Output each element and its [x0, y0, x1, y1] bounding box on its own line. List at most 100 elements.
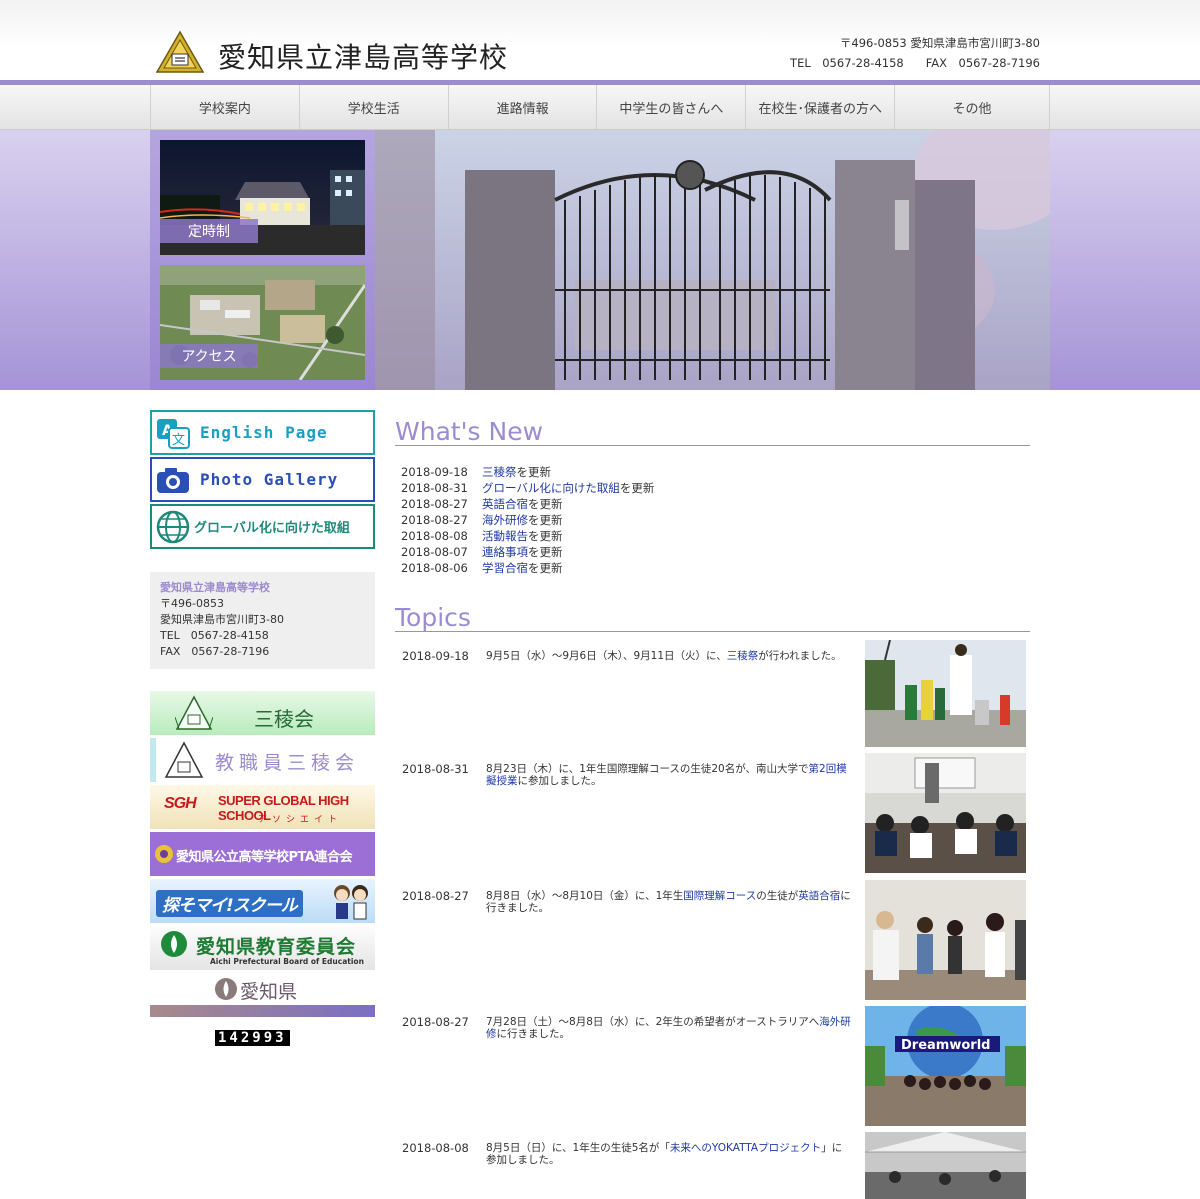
sgh-banner[interactable]: SGH SUPER GLOBAL HIGH SCHOOL アソシエイト	[150, 785, 375, 829]
news-date: 2018-08-27	[401, 497, 468, 511]
camera-icon	[152, 459, 194, 500]
news-link[interactable]: 学習合宿	[482, 560, 528, 576]
header-address: 〒496-0853 愛知県津島市宮川町3-80	[839, 36, 1040, 50]
svg-text:文: 文	[172, 433, 185, 448]
nav-item-students-parents[interactable]: 在校生･保護者の方へ	[746, 85, 896, 129]
info-tel: TEL 0567-28-4158	[160, 629, 269, 642]
topic-photo-classroom[interactable]	[865, 753, 1026, 873]
topic-text: 9月5日（水）～9月6日（木）、9月11日（火）に、三稜祭が行われました。	[486, 650, 842, 662]
news-link[interactable]: 三稜祭	[482, 464, 517, 480]
access-caption[interactable]: アクセス	[160, 344, 258, 368]
global-nav: 学校案内 学校生活 進路情報 中学生の皆さんへ 在校生･保護者の方へ その他	[0, 85, 1200, 130]
topic-text: 8月5日（日）に、1年生の生徒5名が「未来へのYOKATTAプロジェクト」に参加…	[486, 1142, 843, 1166]
topic-date: 2018-08-27	[402, 1015, 469, 1029]
news-suffix: を更新	[528, 545, 563, 559]
info-fax: FAX 0567-28-7196	[160, 645, 270, 658]
nav-item-junior-high[interactable]: 中学生の皆さんへ	[597, 85, 747, 129]
news-suffix: を更新	[528, 497, 563, 511]
topic-link[interactable]: 英語合宿	[798, 890, 840, 902]
topic-link[interactable]: 未来へのYOKATTAプロジェクト	[670, 1142, 821, 1154]
globe-icon	[152, 506, 194, 547]
info-school-name: 愛知県立津島高等学校	[160, 581, 270, 594]
news-item: 2018-08-27 海外研修 を更新	[395, 512, 654, 528]
news-item: 2018-08-31 グローバル化に向けた取組 を更新	[395, 480, 654, 496]
myschool-label: 探そマイ!スクール	[156, 890, 303, 917]
news-item: 2018-08-07 連絡事項 を更新	[395, 544, 654, 560]
topic-date: 2018-08-31	[402, 762, 469, 776]
header-tel: TEL 0567-28-4158	[790, 56, 904, 70]
news-link[interactable]: グローバル化に向けた取組	[482, 480, 620, 496]
night-school-caption[interactable]: 定時制	[160, 219, 258, 243]
topic-text: 8月23日（木）に、1年生国際理解コースの生徒20名が、南山大学で第2回模擬授業…	[486, 763, 847, 787]
sanryokai-banner[interactable]: 三稜会	[150, 691, 375, 735]
hero-gate-photo	[375, 130, 1050, 390]
staff-sanryokai-banner[interactable]: 教職員三稜会	[150, 738, 375, 782]
header-contact: TEL 0567-28-4158 FAX 0567-28-7196	[768, 55, 1040, 71]
sgh-sub-label: アソシエイト	[258, 815, 343, 825]
topic-date: 2018-08-27	[402, 889, 469, 903]
myschool-banner[interactable]: 探そマイ!スクール	[150, 879, 375, 923]
aichi-emblem-icon	[215, 978, 237, 1000]
english-page-label: English Page	[200, 423, 328, 442]
news-date: 2018-08-27	[401, 513, 468, 527]
topic-photo-overseas[interactable]: Dreamworld	[865, 1006, 1026, 1126]
main-content: What's New 2018-09-18 三稜祭 を更新 2018-08-31 グロ…	[395, 410, 1030, 1199]
nav-item-school-life[interactable]: 学校生活	[300, 85, 449, 129]
site-header: 愛知県立津島高等学校 〒496-0853 愛知県津島市宮川町3-80 TEL 0…	[0, 0, 1200, 80]
pref-banner-bar	[150, 1005, 375, 1017]
site-title[interactable]: 愛知県立津島高等学校	[218, 36, 508, 76]
info-zip: 〒496-0853	[160, 597, 224, 610]
header-fax: FAX 0567-28-7196	[925, 56, 1040, 70]
news-suffix: を更新	[619, 481, 655, 495]
topic-photo-english-camp[interactable]	[865, 880, 1026, 1000]
school-emblem-logo[interactable]	[155, 30, 205, 74]
news-date: 2018-08-07	[401, 545, 468, 559]
aichi-emblem-icon	[161, 931, 187, 957]
global-initiative-label: グローバル化に向けた取組	[194, 521, 350, 536]
pref-label: 愛知県	[240, 981, 298, 1003]
board-of-education-banner[interactable]: 愛知県教育委員会 Aichi Prefectural Board of Educ…	[150, 926, 375, 970]
translate-icon: A文	[152, 412, 194, 453]
nav-item-other[interactable]: その他	[895, 85, 1050, 129]
pta-banner[interactable]: 愛知県公立高等学校PTA連合会	[150, 832, 375, 876]
news-date: 2018-08-06	[401, 561, 468, 575]
photo-gallery-button[interactable]: Photo Gallery	[150, 457, 375, 502]
topic-link[interactable]: 三稜祭	[727, 650, 759, 662]
news-link[interactable]: 英語合宿	[482, 496, 528, 512]
topic-date: 2018-08-08	[402, 1141, 469, 1155]
news-item: 2018-08-27 英語合宿 を更新	[395, 496, 654, 512]
whats-new-title: What's New	[395, 410, 1030, 446]
access-link[interactable]: アクセス	[160, 265, 365, 380]
aichi-prefecture-banner[interactable]: 愛知県	[150, 973, 375, 1017]
news-item: 2018-08-06 学習合宿 を更新	[395, 560, 654, 576]
staff-sanryokai-label: 教職員三稜会	[215, 752, 360, 774]
news-date: 2018-09-18	[401, 465, 468, 479]
visitor-counter: 142993	[215, 1030, 290, 1046]
topic-photo-project[interactable]	[865, 1132, 1026, 1199]
english-page-button[interactable]: A文 English Page	[150, 410, 375, 455]
news-date: 2018-08-08	[401, 529, 468, 543]
news-item: 2018-09-18 三稜祭 を更新	[395, 464, 654, 480]
news-link[interactable]: 海外研修	[482, 512, 528, 528]
school-info-box: 愛知県立津島高等学校 〒496-0853 愛知県津島市宮川町3-80 TEL 0…	[150, 572, 375, 669]
global-initiative-button[interactable]: グローバル化に向けた取組	[150, 504, 375, 549]
news-suffix: を更新	[528, 529, 563, 543]
night-school-link[interactable]: 定時制	[160, 140, 365, 255]
topics-title: Topics	[395, 596, 1030, 632]
students-illustration	[334, 885, 368, 920]
dreamworld-sign: Dreamworld	[901, 1038, 990, 1053]
topic-link[interactable]: 国際理解コース	[683, 890, 756, 902]
board-label: 愛知県教育委員会	[196, 936, 357, 958]
pta-emblem-icon	[155, 845, 173, 863]
topic-text: 8月8日（水）～8月10日（金）に、1年生国際理解コースの生徒が英語合宿に行きま…	[486, 890, 851, 914]
nav-item-career[interactable]: 進路情報	[449, 85, 598, 129]
board-en-label: Aichi Prefectural Board of Education	[210, 957, 364, 966]
topic-photo-festival[interactable]	[865, 640, 1026, 747]
topic-date: 2018-09-18	[402, 649, 469, 663]
news-suffix: を更新	[528, 513, 563, 527]
nav-item-school-guide[interactable]: 学校案内	[151, 85, 300, 129]
news-link[interactable]: 活動報告	[482, 528, 528, 544]
emblem-icon	[164, 741, 204, 778]
news-date: 2018-08-31	[401, 481, 468, 495]
news-link[interactable]: 連絡事項	[482, 544, 528, 560]
